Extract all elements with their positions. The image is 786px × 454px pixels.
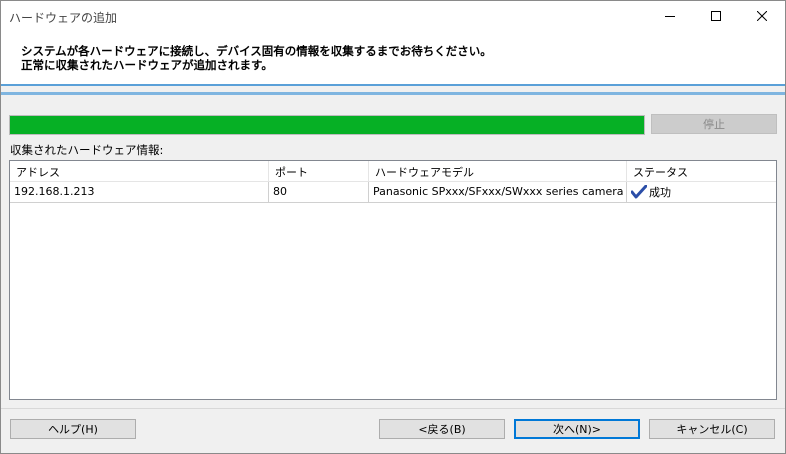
list-header: アドレス ポート ハードウェアモデル ステータス	[10, 161, 776, 182]
hardware-list[interactable]: アドレス ポート ハードウェアモデル ステータス 192.168.1.213 8…	[9, 160, 777, 400]
collected-hardware-label: 収集されたハードウェア情報:	[10, 143, 164, 157]
stop-button[interactable]: 停止	[651, 114, 777, 134]
window-title: ハードウェアの追加	[9, 11, 118, 25]
header-divider-secondary	[1, 92, 785, 95]
column-header-port[interactable]: ポート	[269, 161, 369, 181]
cell-address: 192.168.1.213	[10, 182, 269, 202]
instruction-header: システムが各ハードウェアに接続し、デバイス固有の情報を収集するまでお待ちください…	[1, 31, 785, 84]
column-header-status[interactable]: ステータス	[627, 161, 776, 181]
help-button[interactable]: ヘルプ(H)	[10, 419, 136, 439]
maximize-button[interactable]	[693, 1, 739, 31]
back-button[interactable]: <戻る(B)	[379, 419, 505, 439]
status-text: 成功	[649, 186, 671, 199]
table-row[interactable]: 192.168.1.213 80 Panasonic SPxxx/SFxxx/S…	[10, 182, 776, 203]
column-header-model[interactable]: ハードウェアモデル	[369, 161, 627, 181]
header-divider	[1, 84, 785, 86]
cell-port: 80	[269, 182, 369, 202]
column-header-address[interactable]: アドレス	[10, 161, 269, 181]
close-icon	[757, 11, 767, 21]
title-bar[interactable]: ハードウェアの追加	[1, 1, 785, 31]
minimize-icon	[665, 16, 675, 17]
progress-fill	[10, 116, 644, 134]
maximize-icon	[711, 11, 721, 21]
cancel-button[interactable]: キャンセル(C)	[649, 419, 775, 439]
collection-progress-bar	[9, 115, 645, 135]
footer-divider	[1, 408, 785, 409]
minimize-button[interactable]	[647, 1, 693, 31]
add-hardware-dialog: ハードウェアの追加 システムが各ハードウェアに接続し、デバイス固有の情報を収集す…	[0, 0, 786, 454]
close-button[interactable]	[739, 1, 785, 31]
checkmark-icon	[631, 185, 647, 199]
instruction-line-2: 正常に収集されたハードウェアが追加されます。	[21, 58, 273, 72]
next-button[interactable]: 次へ(N)>	[514, 419, 640, 439]
cell-status: 成功	[627, 182, 776, 202]
cell-model: Panasonic SPxxx/SFxxx/SWxxx series camer…	[369, 182, 627, 202]
